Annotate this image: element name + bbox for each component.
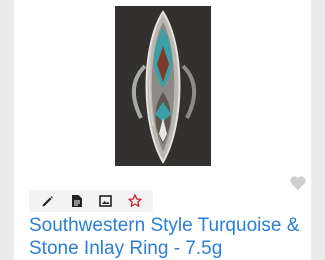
pencil-icon[interactable] <box>39 192 57 210</box>
heart-icon[interactable] <box>289 175 307 191</box>
star-icon[interactable] <box>126 192 144 210</box>
listing-photo[interactable] <box>115 6 211 166</box>
listing-toolbar <box>29 190 153 212</box>
listing-title[interactable]: Southwestern Style Turquoise & Stone Inl… <box>29 214 309 260</box>
document-icon[interactable] <box>68 192 86 210</box>
listing-card: Southwestern Style Turquoise & Stone Inl… <box>14 0 311 260</box>
image-icon[interactable] <box>97 192 115 210</box>
